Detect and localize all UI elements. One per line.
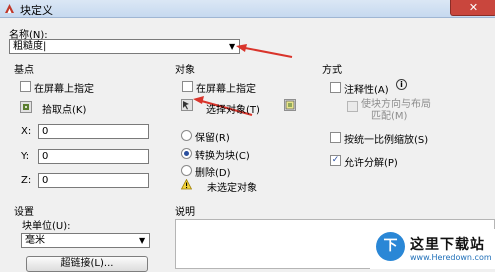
objects-specify-on-screen-label: 在屏幕上指定: [196, 84, 256, 95]
no-objects-selected-text: 未选定对象: [207, 183, 257, 194]
allow-exploding-checkbox[interactable]: ✓: [330, 155, 341, 166]
base-point-group-label: 基点: [14, 65, 34, 76]
objects-group-label: 对象: [175, 65, 195, 76]
match-orientation-line1: 使块方向与布局: [361, 99, 431, 110]
delete-radio[interactable]: [181, 165, 192, 176]
chevron-down-icon[interactable]: ▼: [139, 236, 145, 245]
match-orientation-label: 使块方向与布局 匹配(M): [361, 99, 431, 123]
pick-point-button[interactable]: [20, 101, 32, 113]
select-objects-icon: [183, 101, 189, 110]
retain-radio[interactable]: [181, 130, 192, 141]
delete-label: 删除(D): [195, 168, 231, 179]
objects-specify-on-screen-checkbox[interactable]: [182, 81, 193, 92]
description-label: 说明: [175, 207, 195, 218]
watermark-url: www.Heredown.com: [410, 253, 492, 262]
retain-label: 保留(R): [195, 133, 230, 144]
quick-select-button[interactable]: [284, 99, 296, 111]
hyperlink-button[interactable]: 超链接(L)...: [26, 256, 148, 272]
annotative-label: 注释性(A): [344, 85, 389, 96]
y-field[interactable]: 0: [38, 149, 149, 164]
y-label: Y:: [21, 151, 30, 162]
pick-point-label: 拾取点(K): [42, 105, 87, 116]
select-objects-label: 选择对象(T): [206, 105, 260, 116]
annotative-checkbox[interactable]: [330, 82, 341, 93]
settings-group-label: 设置: [14, 207, 34, 218]
match-orientation-checkbox[interactable]: [347, 101, 358, 112]
block-unit-value: 毫米: [25, 235, 45, 246]
radio-selected-dot: [184, 151, 189, 156]
z-label: Z:: [21, 175, 32, 186]
match-orientation-line2: 匹配(M): [371, 111, 408, 122]
x-label: X:: [21, 126, 32, 137]
check-mark-icon: ✓: [331, 155, 340, 165]
convert-to-block-label: 转换为块(C): [195, 151, 250, 162]
convert-to-block-radio[interactable]: [181, 148, 192, 159]
watermark-logo: 下: [376, 232, 405, 261]
x-field[interactable]: 0: [38, 124, 149, 139]
base-point-specify-on-screen-checkbox[interactable]: [20, 81, 31, 92]
block-unit-label: 块单位(U):: [22, 221, 71, 232]
info-icon[interactable]: i: [396, 79, 407, 90]
scale-uniformly-checkbox[interactable]: [330, 132, 341, 143]
select-objects-button[interactable]: [181, 99, 193, 111]
allow-exploding-label: 允许分解(P): [344, 158, 398, 169]
warning-icon: [181, 179, 192, 190]
pick-point-icon: [23, 104, 29, 110]
watermark-text: 这里下载站: [410, 237, 485, 253]
block-unit-select[interactable]: 毫米: [21, 233, 150, 248]
scale-uniformly-label: 按统一比例缩放(S): [344, 135, 429, 146]
z-field[interactable]: 0: [38, 173, 149, 188]
base-point-specify-on-screen-label: 在屏幕上指定: [34, 84, 94, 95]
quick-select-icon: [285, 100, 295, 110]
behavior-group-label: 方式: [322, 65, 342, 76]
